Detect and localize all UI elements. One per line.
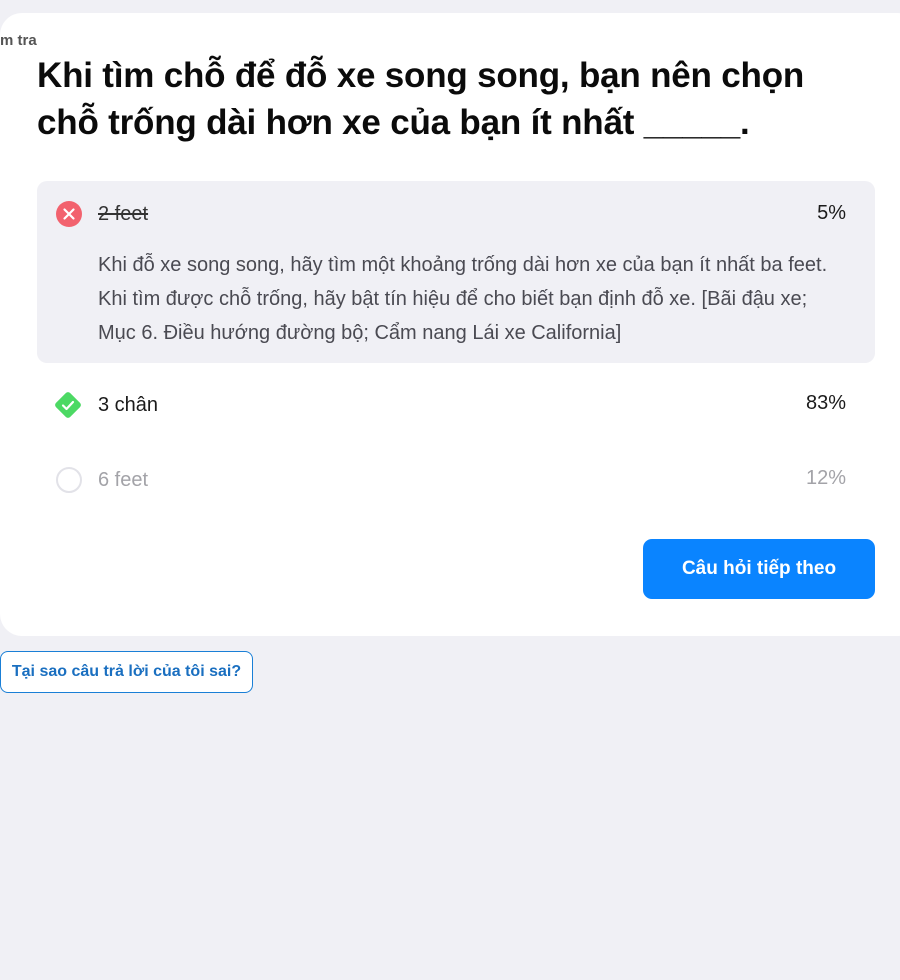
answer-option-correct[interactable]: 3 chân 83% — [37, 378, 875, 434]
why-wrong-button[interactable]: Tại sao câu trả lời của tôi sai? — [0, 651, 253, 693]
next-question-button[interactable]: Câu hỏi tiếp theo — [643, 539, 875, 599]
answer-option-neutral[interactable]: 6 feet 12% — [37, 452, 875, 508]
answer-explanation: Khi đỗ xe song song, hãy tìm một khoảng … — [98, 254, 828, 344]
x-circle-icon — [56, 201, 82, 227]
option-label: 2 feet — [98, 203, 149, 225]
question-text: Khi tìm chỗ để đỗ xe song song, bạn nên … — [37, 56, 805, 142]
empty-circle-icon — [56, 467, 82, 493]
option-label: 6 feet — [98, 469, 149, 491]
category-label: m tra — [0, 32, 37, 49]
option-label: 3 chân — [98, 394, 159, 416]
check-diamond-icon — [55, 392, 81, 418]
option-percent: 12% — [805, 467, 846, 489]
option-percent: 83% — [805, 392, 846, 414]
answer-option-wrong[interactable]: 2 feet 5% Khi đỗ xe song song, hãy tìm m… — [37, 181, 875, 363]
option-percent: 5% — [817, 202, 846, 224]
